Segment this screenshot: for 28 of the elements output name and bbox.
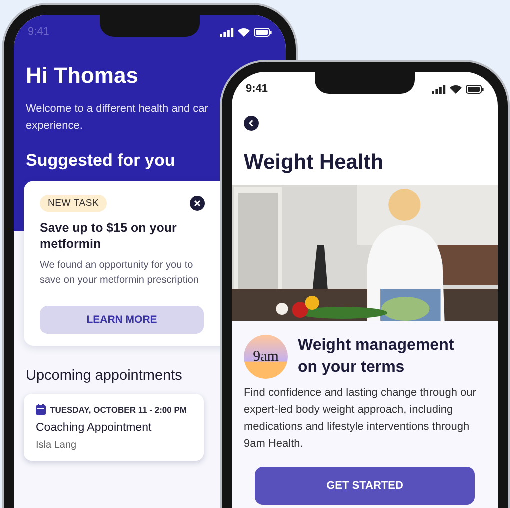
battery-icon bbox=[254, 28, 272, 36]
learn-more-button[interactable]: LEARN MORE bbox=[40, 306, 204, 334]
battery-icon bbox=[466, 84, 484, 94]
welcome-text: experience. bbox=[26, 119, 83, 134]
body-text: Find confidence and lasting change through our expert-led body weight approach, including medications and lifestyle interventions through 9am Health. bbox=[244, 386, 478, 452]
close-icon[interactable] bbox=[190, 196, 205, 211]
welcome-text: Welcome to a different health and car bbox=[26, 102, 208, 117]
heading: Weight management on your terms bbox=[298, 336, 456, 378]
section-title: Upcoming appointments bbox=[26, 368, 184, 384]
greeting: Hi Thomas bbox=[26, 63, 138, 89]
calendar-icon bbox=[36, 404, 46, 415]
signal-icon bbox=[220, 28, 234, 36]
wifi-icon bbox=[238, 28, 250, 36]
signal-icon bbox=[432, 84, 446, 94]
appointment-card[interactable]: TUESDAY, OCTOBER 11 - 2:00 PM Coaching Appointment Isla Lang bbox=[24, 394, 204, 461]
appointment-title: Coaching Appointment bbox=[36, 422, 153, 434]
new-task-tag: NEW TASK bbox=[40, 195, 108, 212]
status-time: 9:41 bbox=[28, 26, 50, 38]
appointment-person: Isla Lang bbox=[36, 440, 78, 451]
logo: 9am bbox=[244, 335, 288, 379]
appointment-date: TUESDAY, OCTOBER 11 - 2:00 PM bbox=[50, 404, 187, 414]
wifi-icon bbox=[450, 84, 462, 94]
back-icon[interactable] bbox=[244, 116, 259, 131]
task-description: We found an opportunity for you to save on your metformin prescription bbox=[40, 259, 200, 288]
status-time: 9:41 bbox=[246, 83, 268, 95]
get-started-button[interactable]: GET STARTED bbox=[255, 467, 475, 505]
page-title: Weight Health bbox=[244, 151, 385, 175]
task-title: Save up to $15 on your metformin bbox=[40, 220, 178, 252]
